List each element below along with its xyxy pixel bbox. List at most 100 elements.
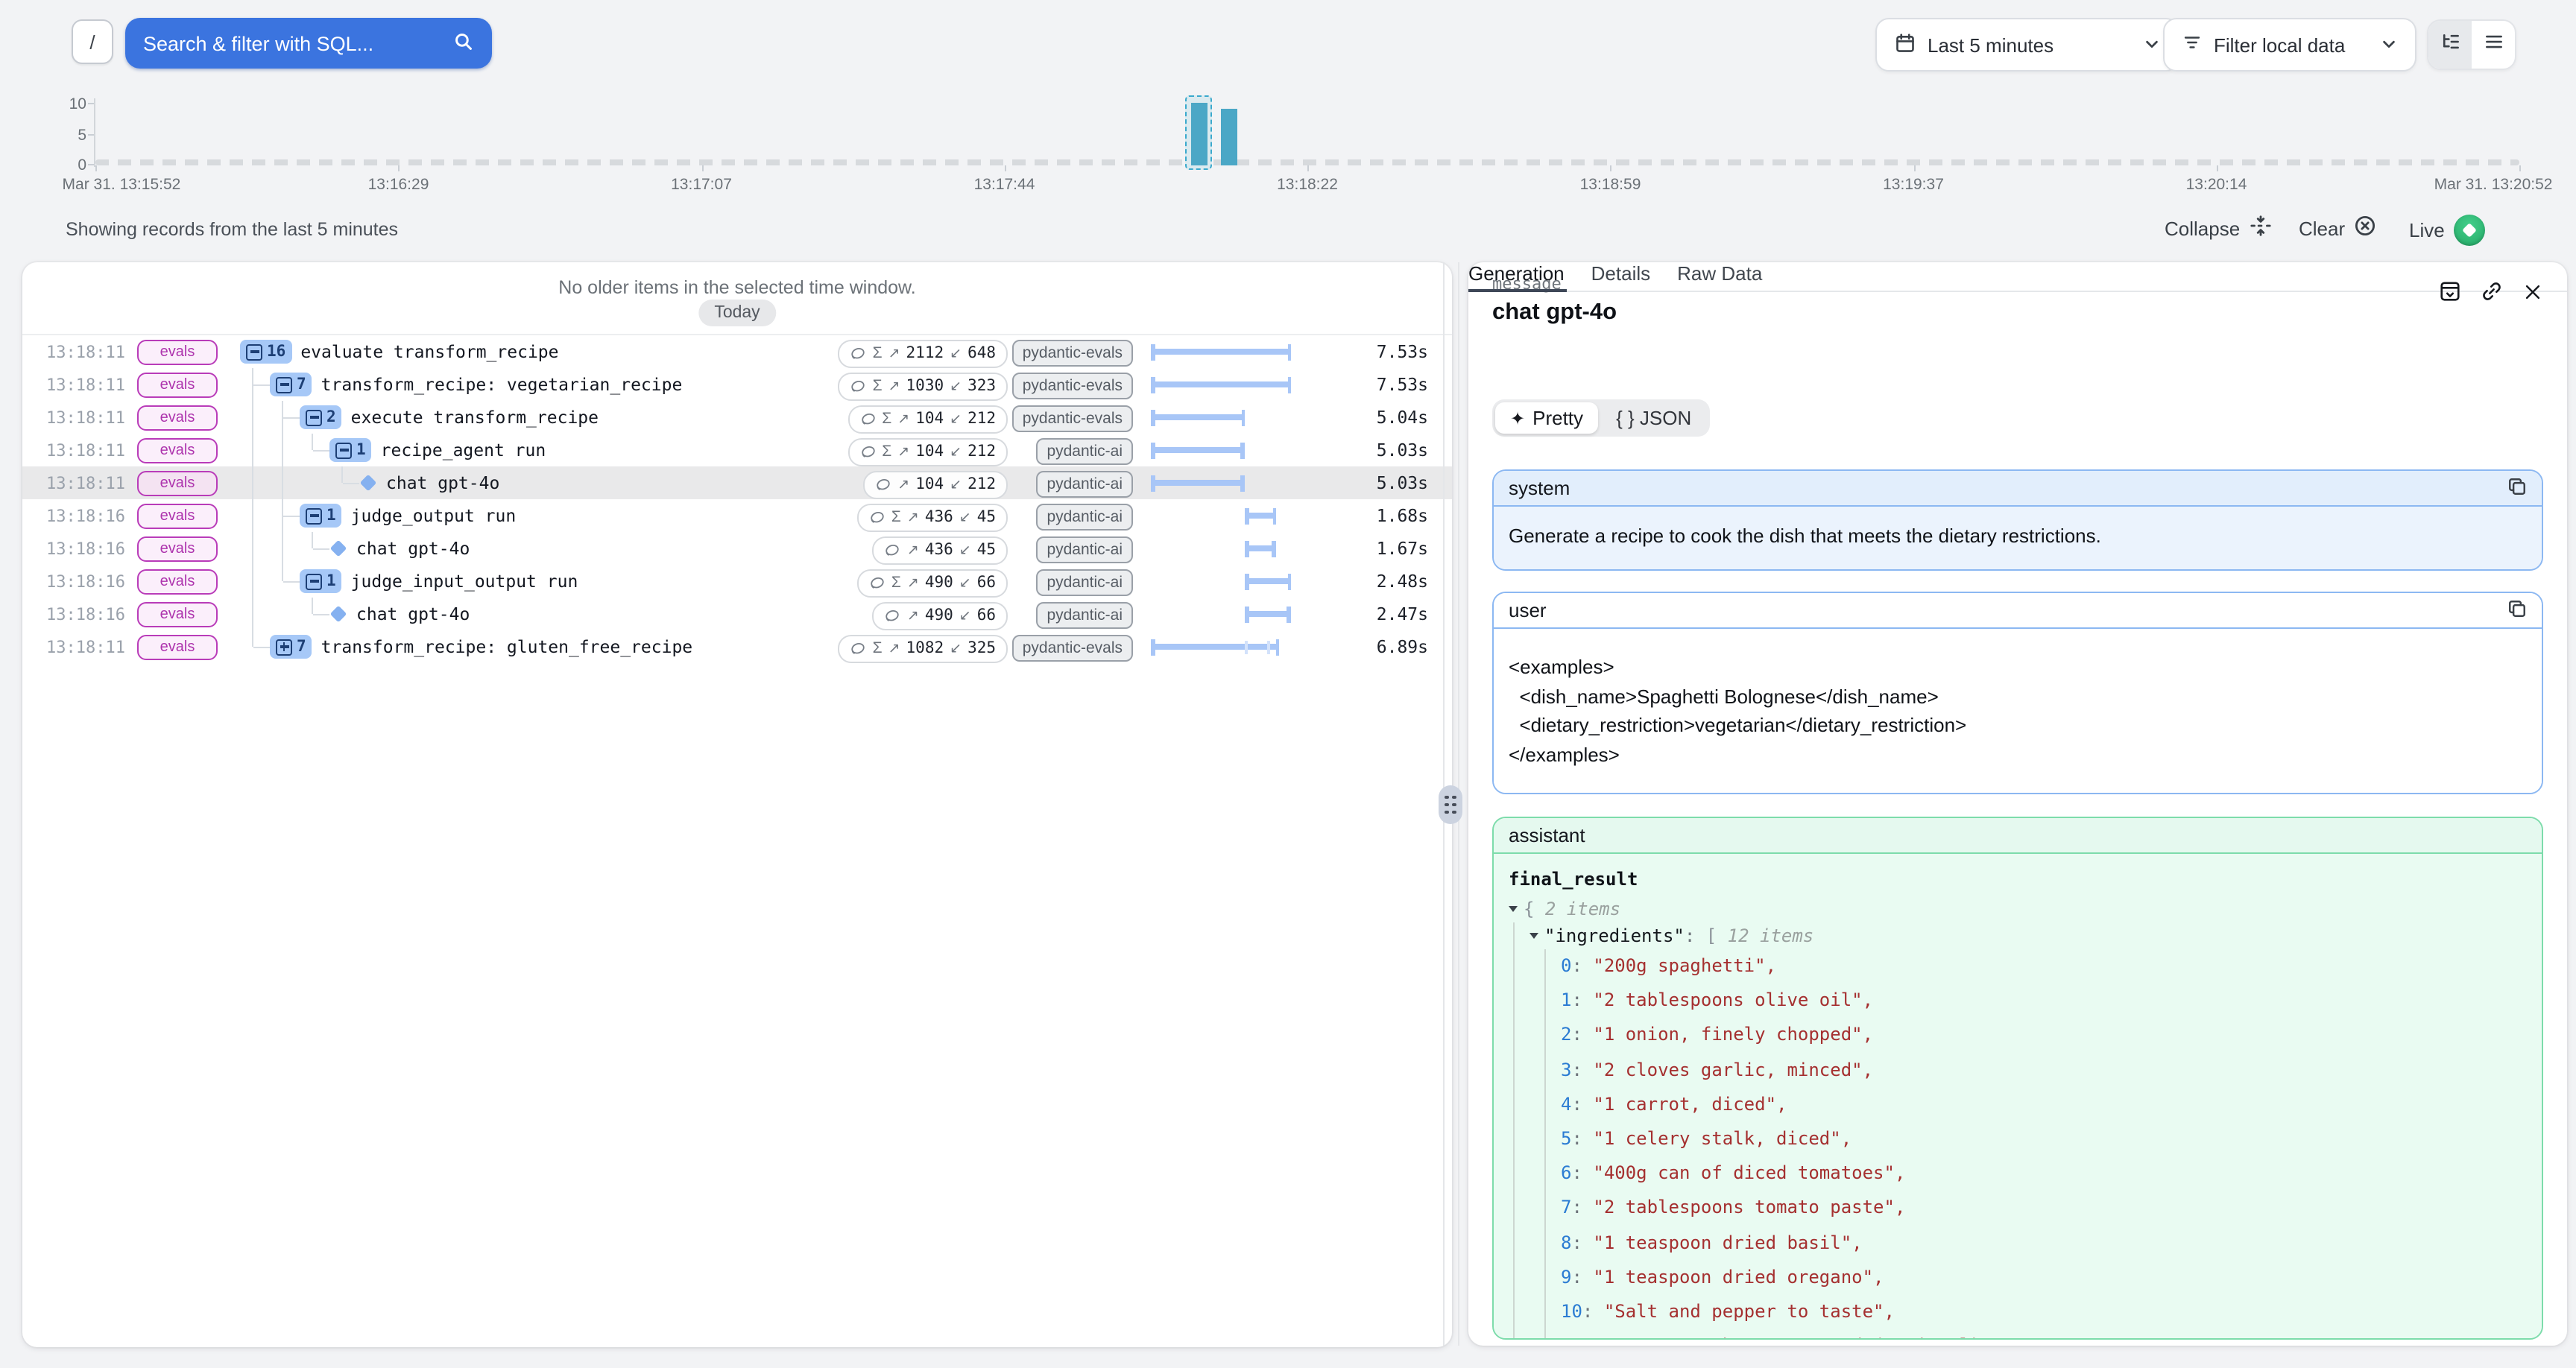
json-array-item: 2: "1 onion, finely chopped", (1561, 1019, 2527, 1053)
input-tokens-arrow-icon: ↗ (888, 640, 900, 656)
span-timestamp: 13:18:11 (46, 375, 125, 394)
caret-down-icon (1530, 933, 1538, 939)
span-detail-panel: message chat gpt-4o GenerationDetailsRaw… (1468, 262, 2567, 1346)
tab-details[interactable]: Details (1591, 262, 1651, 291)
copy-link-icon[interactable] (2481, 280, 2503, 303)
collapse-children-button[interactable]: 1 (300, 569, 342, 593)
system-message-text: Generate a recipe to cook the dish that … (1494, 507, 2542, 569)
collapse-children-button[interactable]: 1 (329, 438, 372, 462)
system-role-label: system (1509, 477, 1570, 499)
filter-local-data-select[interactable]: Filter local data (2163, 18, 2416, 72)
duration-bar (1151, 565, 1300, 598)
output-tokens-arrow-icon: ↙ (950, 640, 962, 656)
json-root-line[interactable]: { 2 items (1509, 896, 2527, 922)
expand-children-button[interactable]: 7 (270, 635, 312, 659)
output-tokens: 212 (967, 443, 996, 460)
pretty-toggle-button[interactable]: ✦Pretty (1495, 402, 1598, 434)
dock-panel-icon[interactable] (2439, 280, 2461, 303)
evals-badge: evals (137, 569, 218, 595)
x-tick-label: 13:20:14 (2186, 176, 2247, 194)
child-span-tick (1267, 640, 1270, 653)
sigma-total-icon: Σ (882, 443, 891, 460)
span-row[interactable]: 13:18:16evalschat gpt-4o↗490↙66pydantic-… (22, 598, 1452, 630)
clear-label: Clear (2299, 217, 2345, 239)
x-tick-mark (1005, 165, 1006, 171)
token-coin-icon (850, 345, 867, 361)
input-tokens-arrow-icon: ↗ (907, 607, 919, 624)
span-timestamp: 13:18:16 (46, 604, 125, 624)
y-tick-label: 5 (42, 126, 86, 144)
y-tick-mark (88, 133, 94, 135)
splitter-drag-handle[interactable] (1439, 785, 1462, 824)
minus-box-icon (306, 409, 322, 425)
span-row[interactable]: 13:18:16evals1judge_output runΣ↗436↙45py… (22, 499, 1452, 532)
token-usage-chip: Σ↗104↙212 (847, 405, 1008, 433)
assistant-message-card: assistant final_result { 2 items"ingredi… (1492, 817, 2543, 1340)
collapse-children-button[interactable]: 2 (300, 405, 342, 429)
span-row[interactable]: 13:18:11evals16evaluate transform_recipe… (22, 335, 1452, 368)
copy-icon[interactable] (2507, 598, 2527, 622)
tree-view-toggle[interactable] (2428, 21, 2472, 69)
leaf-diamond-icon (360, 475, 377, 492)
chevron-down-icon (2381, 34, 2397, 56)
span-duration: 1.68s (1377, 505, 1428, 526)
json-array-item: 9: "1 teaspoon dried oregano", (1561, 1261, 2527, 1295)
input-tokens: 436 (925, 541, 953, 559)
token-coin-icon (869, 509, 886, 525)
json-ingredients-line[interactable]: "ingredients": [ 12 items (1530, 922, 2527, 949)
input-tokens-arrow-icon: ↗ (897, 411, 909, 427)
minus-box-icon (276, 376, 292, 393)
collapse-button[interactable]: Collapse (2165, 215, 2271, 241)
span-duration: 5.03s (1377, 472, 1428, 493)
trace-list-panel: No older items in the selected time wind… (22, 262, 1452, 1347)
chevron-down-icon (2144, 34, 2160, 56)
json-toggle-button[interactable]: { } JSON (1601, 402, 1706, 434)
live-indicator-icon (2454, 215, 2485, 246)
search-input[interactable]: Search & filter with SQL... (125, 18, 492, 69)
input-tokens-arrow-icon: ↗ (897, 476, 909, 493)
today-chip: Today (698, 300, 776, 326)
token-coin-icon (885, 607, 901, 624)
span-duration: 7.53s (1377, 341, 1428, 362)
minus-box-icon (306, 573, 322, 589)
close-icon[interactable] (2522, 281, 2543, 302)
scope-tag: pydantic-evals (1012, 339, 1133, 366)
y-tick-label: 10 (42, 95, 86, 113)
clear-button[interactable]: Clear (2299, 215, 2376, 241)
span-row[interactable]: 13:18:11evals7transform_recipe: vegetari… (22, 368, 1452, 401)
collapse-children-button[interactable]: 16 (240, 340, 291, 364)
evals-badge: evals (137, 438, 218, 463)
input-tokens: 104 (915, 410, 944, 428)
x-tick-label: 13:19:37 (1883, 176, 1944, 194)
sigma-total-icon: Σ (891, 574, 901, 592)
tab-raw-data[interactable]: Raw Data (1677, 262, 1762, 291)
span-duration: 1.67s (1377, 538, 1428, 559)
evals-badge: evals (137, 340, 218, 365)
copy-icon[interactable] (2507, 476, 2527, 500)
histogram-bar[interactable] (1191, 103, 1208, 165)
output-tokens-arrow-icon: ↙ (950, 378, 962, 394)
span-row[interactable]: 13:18:16evalschat gpt-4o↗436↙45pydantic-… (22, 532, 1452, 565)
span-row[interactable]: 13:18:11evals2execute transform_recipeΣ↗… (22, 401, 1452, 434)
span-row[interactable]: 13:18:11evals1recipe_agent runΣ↗104↙212p… (22, 434, 1452, 466)
collapse-children-button[interactable]: 7 (270, 373, 312, 396)
span-row[interactable]: 13:18:11evalschat gpt-4o↗104↙212pydantic… (22, 466, 1452, 499)
span-row[interactable]: 13:18:11evals7transform_recipe: gluten_f… (22, 630, 1452, 663)
histogram-bar[interactable] (1222, 109, 1238, 165)
child-count: 1 (326, 507, 336, 525)
logfire-live-view: / Search & filter with SQL... Last 5 min… (0, 0, 2576, 1368)
list-view-toggle[interactable] (2472, 21, 2515, 69)
token-usage-chip: Σ↗2112↙648 (839, 339, 1008, 367)
json-array-item: 10: "Salt and pepper to taste", (1561, 1295, 2527, 1329)
token-coin-icon (850, 640, 867, 656)
minus-box-icon (246, 343, 262, 360)
output-tokens: 648 (967, 344, 996, 362)
tab-generation[interactable]: Generation (1468, 262, 1565, 291)
span-name: transform_recipe: gluten_free_recipe (321, 636, 693, 657)
span-row[interactable]: 13:18:16evals1judge_input_output runΣ↗49… (22, 565, 1452, 598)
child-count: 7 (297, 376, 306, 393)
span-duration: 6.89s (1377, 636, 1428, 657)
collapse-children-button[interactable]: 1 (300, 504, 342, 528)
live-toggle[interactable]: Live (2409, 215, 2485, 246)
time-range-select[interactable]: Last 5 minutes (1875, 18, 2179, 72)
